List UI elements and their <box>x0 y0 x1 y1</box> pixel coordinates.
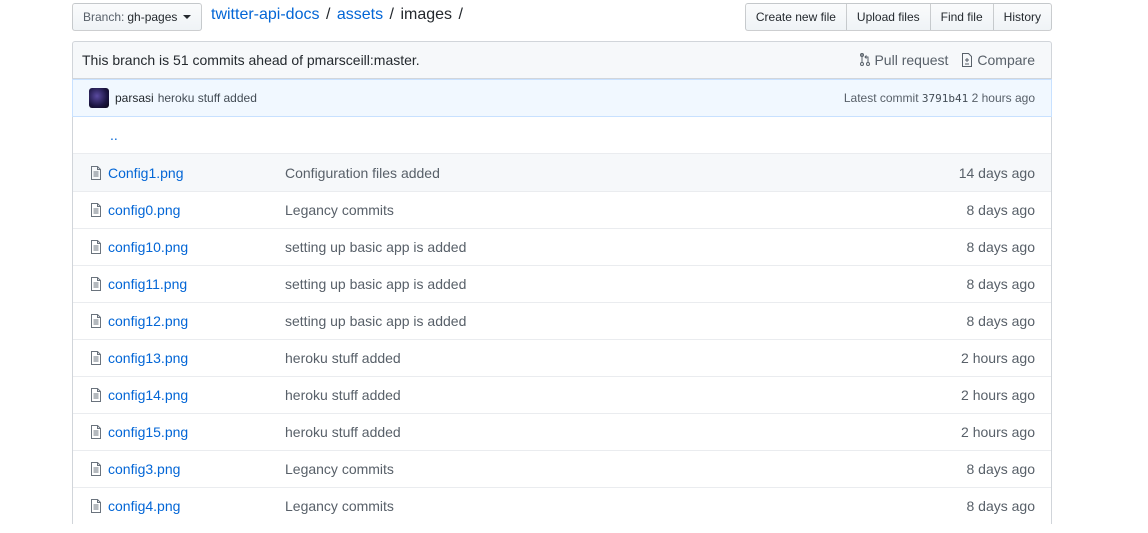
file-row[interactable]: config14.png heroku stuff added 2 hours ag… <box>73 376 1051 413</box>
file-name-link[interactable]: config13.png <box>108 350 285 366</box>
file-row[interactable]: config3.png Legancy commits 8 days ago <box>73 450 1051 487</box>
file-commit-message[interactable]: Legancy commits <box>285 498 967 514</box>
commit-age: 2 hours ago <box>971 91 1035 105</box>
file-age: 2 hours ago <box>961 387 1035 403</box>
file-row[interactable]: config10.png setting up basic app is adde… <box>73 228 1051 265</box>
file-list: .. Config1.png Configuration files added 1… <box>72 117 1052 524</box>
commit-author[interactable]: parsasi <box>115 91 154 105</box>
file-age: 2 hours ago <box>961 424 1035 440</box>
file-name-link[interactable]: config15.png <box>108 424 285 440</box>
breadcrumb-repo-link[interactable]: twitter-api-docs <box>211 6 319 23</box>
upload-files-button[interactable]: Upload files <box>845 3 931 31</box>
file-name-link[interactable]: config10.png <box>108 239 285 255</box>
file-icon <box>88 498 104 514</box>
parent-directory-link[interactable]: .. <box>73 117 1051 154</box>
file-row[interactable]: config0.png Legancy commits 8 days ago <box>73 191 1051 228</box>
pull-request-label: Pull request <box>874 52 949 68</box>
find-file-button[interactable]: Find file <box>929 3 994 31</box>
file-row[interactable]: config11.png setting up basic app is adde… <box>73 265 1051 302</box>
branch-prefix: Branch: <box>83 10 125 24</box>
latest-commit-bar: parsasi heroku stuff added Latest commit… <box>72 79 1052 117</box>
commit-message[interactable]: heroku stuff added <box>158 91 257 105</box>
file-name-link[interactable]: config4.png <box>108 498 285 514</box>
file-commit-message[interactable]: heroku stuff added <box>285 387 961 403</box>
avatar[interactable] <box>89 88 109 108</box>
compare-label: Compare <box>977 52 1035 68</box>
file-row[interactable]: config13.png heroku stuff added 2 hours ag… <box>73 339 1051 376</box>
create-new-file-button[interactable]: Create new file <box>744 3 847 31</box>
file-age: 8 days ago <box>966 461 1036 477</box>
commit-sha[interactable]: 3791b41 <box>922 92 968 105</box>
latest-commit-info: Latest commit 3791b41 2 hours ago <box>844 91 1035 105</box>
compare-link[interactable]: Compare <box>960 52 1035 68</box>
file-navigation: Branch: gh-pages twitter-api-docs / asse… <box>72 3 1052 31</box>
breadcrumb-separator: / <box>389 6 394 23</box>
file-row[interactable]: config12.png setting up basic app is adde… <box>73 302 1051 339</box>
file-commit-message[interactable]: setting up basic app is added <box>285 239 967 255</box>
file-icon <box>88 387 104 403</box>
file-icon <box>88 350 104 366</box>
file-row[interactable]: config15.png heroku stuff added 2 hours ag… <box>73 413 1051 450</box>
compare-icon <box>962 53 973 67</box>
file-age: 8 days ago <box>966 276 1036 292</box>
file-icon <box>88 461 104 477</box>
branch-select-button[interactable]: Branch: gh-pages <box>72 3 203 31</box>
file-commit-message[interactable]: Legancy commits <box>285 202 967 218</box>
file-commit-message[interactable]: heroku stuff added <box>285 424 961 440</box>
file-commit-message[interactable]: setting up basic app is added <box>285 276 967 292</box>
file-row[interactable]: Config1.png Configuration files added 14 d… <box>73 154 1051 191</box>
caret-down-icon <box>183 15 192 19</box>
file-icon <box>88 424 104 440</box>
file-icon <box>88 165 104 181</box>
file-name-link[interactable]: config3.png <box>108 461 285 477</box>
file-commit-message[interactable]: Legancy commits <box>285 461 967 477</box>
breadcrumb-separator: / <box>325 6 331 23</box>
file-icon <box>88 239 104 255</box>
file-name-link[interactable]: config14.png <box>108 387 285 403</box>
file-age: 8 days ago <box>966 313 1036 329</box>
file-name-link[interactable]: config0.png <box>108 202 285 218</box>
file-age: 2 hours ago <box>961 350 1035 366</box>
git-pull-request-icon <box>860 52 871 66</box>
file-age: 8 days ago <box>966 239 1036 255</box>
latest-commit-label: Latest commit <box>843 91 919 105</box>
breadcrumb: twitter-api-docs / assets / images / <box>211 3 465 27</box>
history-button[interactable]: History <box>992 3 1052 31</box>
file-icon <box>88 313 104 329</box>
file-age: 8 days ago <box>966 498 1036 514</box>
file-commit-message[interactable]: heroku stuff added <box>285 350 961 366</box>
file-commit-message[interactable]: setting up basic app is added <box>285 313 967 329</box>
file-icon <box>88 202 104 218</box>
file-name-link[interactable]: config11.png <box>108 276 285 292</box>
breadcrumb-separator: / <box>458 6 463 23</box>
file-commit-message[interactable]: Configuration files added <box>285 165 959 181</box>
breadcrumb-current: images <box>400 6 453 23</box>
file-icon <box>88 276 104 292</box>
file-row[interactable]: config4.png Legancy commits 8 days ago <box>73 487 1051 524</box>
file-age: 14 days ago <box>958 164 1035 181</box>
branch-name: gh-pages <box>127 10 178 24</box>
file-name-link[interactable]: config12.png <box>108 313 285 329</box>
file-name-link[interactable]: Config1.png <box>108 165 285 181</box>
file-actions: Create new file Upload files Find file H… <box>744 3 1052 31</box>
pull-request-link[interactable]: Pull request <box>859 52 948 68</box>
file-age: 8 days ago <box>966 202 1036 218</box>
branch-status-text: This branch is 51 commits ahead of pmars… <box>82 52 420 68</box>
breadcrumb-assets-link[interactable]: assets <box>337 6 383 23</box>
branch-infobar: This branch is 51 commits ahead of pmars… <box>72 41 1052 79</box>
